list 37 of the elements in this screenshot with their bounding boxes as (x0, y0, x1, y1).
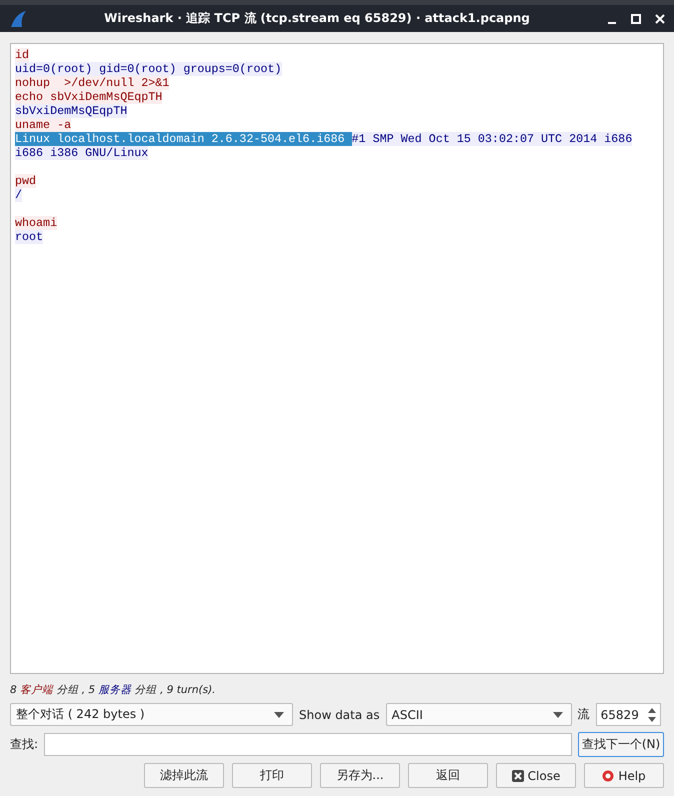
action-button[interactable]: 打印 (232, 763, 312, 788)
stream-text: sbVxiDemMsQEqpTH (15, 104, 128, 118)
stream-text: #1 SMP Wed Oct 15 03:02:07 UTC 2014 i686 (352, 132, 632, 146)
format-dropdown[interactable]: ASCII (386, 703, 572, 726)
stream-text: i686 i386 GNU/Linux (15, 146, 148, 160)
action-button[interactable]: 滤掉此流 (144, 763, 224, 788)
dropdown-arrow-icon (552, 712, 563, 718)
conversation-dropdown[interactable]: 整个对话 ( 242 bytes ) (10, 703, 293, 726)
window-title: Wireshark · 追踪 TCP 流 (tcp.stream eq 65829) · attack1.pcapng (103, 10, 531, 27)
show-data-label: Show data as (299, 708, 380, 722)
find-label: 查找: (10, 736, 38, 753)
stream-text: whoami (15, 216, 58, 230)
close-icon (512, 770, 524, 782)
lifebuoy-icon (602, 770, 614, 782)
dropdown-arrow-icon (274, 712, 284, 718)
action-button[interactable]: 返回 (408, 763, 488, 788)
summary-text: 8 客户端 分组 , 5 服务器 分组 , 9 turn(s). (10, 683, 217, 697)
stream-text: root (15, 230, 44, 244)
stream-spinbox[interactable]: 65829 (596, 703, 661, 726)
spin-arrows-icon (648, 706, 656, 722)
help-button[interactable]: Help (584, 763, 664, 788)
stream-text: Linux localhost.localdomain 2.6.32-504.el6.i686 (15, 132, 352, 146)
action-button[interactable]: 另存为... (320, 763, 400, 788)
stream-text: / (15, 188, 22, 202)
close-icon[interactable] (654, 12, 666, 24)
stream-text: uid=0(root) gid=0(root) groups=0(root) (15, 62, 282, 76)
fin-icon (8, 8, 28, 28)
stream-text: uname -a (15, 118, 72, 132)
stream-text: pwd (15, 174, 36, 188)
find-field[interactable] (44, 733, 572, 756)
find-next-button[interactable]: 查找下一个(N) (578, 732, 664, 757)
close-button[interactable]: Close (496, 763, 576, 788)
stream-text: nohup >/dev/null 2>&1 (15, 76, 170, 90)
stream-text: echo sbVxiDemMsQEqpTH (15, 90, 162, 104)
stream-label: 流 (578, 706, 590, 723)
maximize-icon[interactable] (630, 12, 642, 24)
stream-text: id (15, 48, 30, 62)
